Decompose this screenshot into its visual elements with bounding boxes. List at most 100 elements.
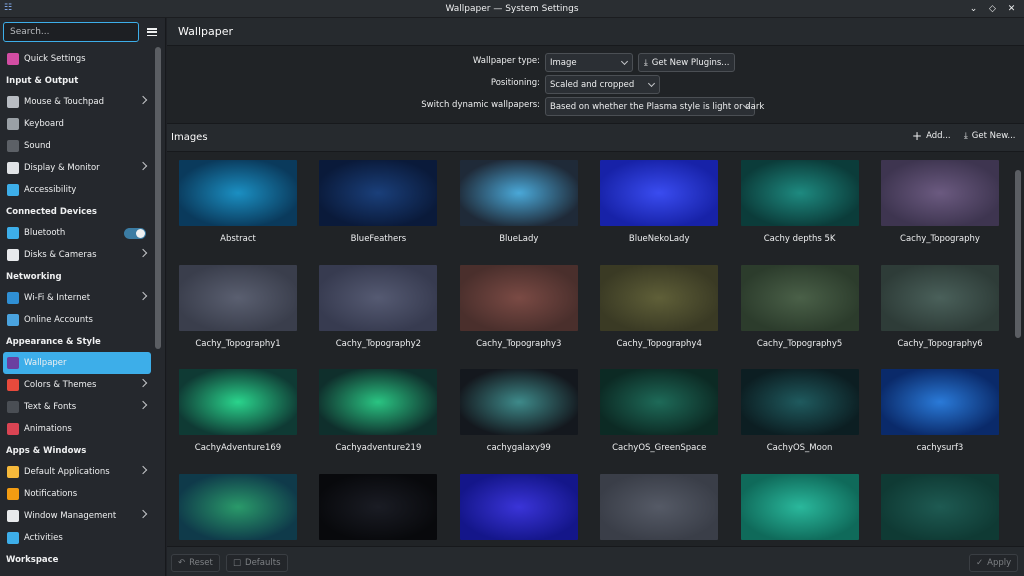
wallpaper-tile[interactable]: Cachy_Topography4 <box>599 264 719 349</box>
wallpaper-tile[interactable] <box>459 473 579 540</box>
sidebar-item-disks-cameras[interactable]: Disks & Cameras <box>0 244 154 266</box>
wallpaper-tile[interactable]: Cachyadventure219 <box>318 369 438 453</box>
sidebar-item-sound[interactable]: Sound <box>0 135 154 157</box>
apply-label: Apply <box>987 558 1012 568</box>
wallpaper-tile[interactable]: Cachy_Topography6 <box>880 264 1000 349</box>
wallpaper-thumbnail <box>881 369 999 435</box>
wallpaper-icon <box>7 357 19 369</box>
wallpaper-tile[interactable]: CachyOS_Moon <box>740 369 860 453</box>
speaker-icon <box>7 140 19 152</box>
wallpaper-tile[interactable]: Cachy_Topography5 <box>740 264 860 349</box>
sidebar-item-label: Default Applications <box>24 467 110 477</box>
dynamic-wallpapers-select[interactable]: Based on whether the Plasma style is lig… <box>545 97 764 116</box>
sidebar-item-keyboard[interactable]: Keyboard <box>0 113 154 135</box>
bluetooth-toggle[interactable] <box>124 228 146 239</box>
positioning-row: Positioning: Scaled and cropped <box>167 74 1024 94</box>
sidebar-item-label: Animations <box>24 424 72 434</box>
wallpaper-type-row: Wallpaper type: Image ⤓ Get New Plugins..… <box>167 52 1024 72</box>
sidebar-item-label: Wi-Fi & Internet <box>24 293 91 303</box>
wallpaper-tile[interactable] <box>880 473 1000 540</box>
sidebar-item-notifications[interactable]: Notifications <box>0 483 154 505</box>
sidebar-item-online-accounts[interactable]: Online Accounts <box>0 309 154 331</box>
wallpaper-tile[interactable]: Cachy depths 5K <box>740 160 860 244</box>
bell-icon <box>7 488 19 500</box>
sidebar-item-quick-settings[interactable]: Quick Settings <box>0 48 154 70</box>
wallpaper-thumbnail <box>319 473 438 540</box>
globe-icon <box>7 292 19 304</box>
search-row <box>0 18 165 46</box>
wallpaper-tile[interactable] <box>318 473 438 540</box>
sidebar-item-label: Window Management <box>24 511 117 521</box>
sidebar-item-activities[interactable]: Activities <box>0 527 154 549</box>
plus-icon: + <box>912 129 923 143</box>
wallpaper-thumbnail <box>179 160 297 226</box>
wallpaper-name: cachygalaxy99 <box>486 443 551 453</box>
wallpaper-tile[interactable]: BlueLady <box>459 160 579 244</box>
positioning-select[interactable]: Scaled and cropped <box>545 75 660 94</box>
sidebar-item-bluetooth[interactable]: Bluetooth <box>0 222 154 244</box>
maximize-icon[interactable]: ◇ <box>986 2 999 15</box>
sidebar-item-animations[interactable]: Animations <box>0 418 154 440</box>
wallpaper-tile[interactable]: CachyAdventure169 <box>178 369 298 453</box>
grid-scrollbar[interactable] <box>1015 170 1021 338</box>
wallpaper-thumbnail <box>600 264 719 331</box>
wallpaper-thumbnail <box>740 369 859 435</box>
chevron-right-icon <box>138 161 148 171</box>
get-new-wallpapers-button[interactable]: ⤓ Get New... <box>964 131 1015 141</box>
positioning-value: Scaled and cropped <box>550 79 635 90</box>
keyboard-icon <box>7 118 19 130</box>
defaults-icon: □ <box>233 558 242 568</box>
chevron-right-icon <box>138 400 148 410</box>
reset-button[interactable]: ↶ Reset <box>171 554 220 572</box>
wallpaper-thumbnail <box>881 264 999 331</box>
get-new-plugins-button[interactable]: ⤓ Get New Plugins... <box>638 53 736 72</box>
sidebar-item-window-management[interactable]: Window Management <box>0 505 154 527</box>
chevron-down-icon <box>647 79 656 88</box>
sidebar-item-label: Disks & Cameras <box>24 250 97 260</box>
sidebar-item-label: Display & Monitor <box>24 163 100 173</box>
close-icon[interactable]: ✕ <box>1005 2 1018 15</box>
wallpaper-tile[interactable] <box>178 473 298 540</box>
sidebar-item-label: Accessibility <box>24 185 77 195</box>
hamburger-menu-icon[interactable] <box>146 26 158 38</box>
sidebar-item-wi-fi-internet[interactable]: Wi-Fi & Internet <box>0 287 154 309</box>
sidebar-item-default-applications[interactable]: Default Applications <box>0 461 154 483</box>
sidebar-item-colors-themes[interactable]: Colors & Themes <box>0 374 154 396</box>
sidebar-item-label: Activities <box>24 533 63 543</box>
sidebar-scrollbar[interactable] <box>155 47 161 349</box>
sidebar-item-display-monitor[interactable]: Display & Monitor <box>0 157 154 179</box>
wallpaper-tile[interactable]: CachyOS_GreenSpace <box>599 369 719 453</box>
wallpaper-tile[interactable]: cachysurf3 <box>880 369 1000 453</box>
wallpaper-tile[interactable]: cachygalaxy99 <box>459 369 579 453</box>
wallpaper-tile[interactable]: Cachy_Topography3 <box>459 264 579 349</box>
apply-button[interactable]: ✓ Apply <box>969 554 1019 572</box>
sidebar-item-text-fonts[interactable]: Text & Fonts <box>0 396 154 418</box>
wallpaper-tile[interactable]: Cachy_Topography2 <box>318 264 438 349</box>
search-input[interactable] <box>3 22 139 42</box>
sidebar-item-wallpaper[interactable]: Wallpaper <box>3 352 151 374</box>
wallpaper-tile[interactable] <box>740 473 860 540</box>
wallpaper-tile[interactable]: BlueFeathers <box>318 160 438 244</box>
wallpaper-grid: Abstract BlueFeathers BlueLady BlueNekoLady… <box>167 153 1013 546</box>
defaults-button[interactable]: □ Defaults <box>226 554 288 572</box>
wallpaper-tile[interactable]: Cachy_Topography <box>880 160 1000 244</box>
wallpaper-thumbnail <box>319 264 438 331</box>
section-header: Connected Devices <box>6 206 97 217</box>
sidebar-item-accessibility[interactable]: Accessibility <box>0 179 154 201</box>
minimize-icon[interactable]: ⌄ <box>967 2 980 15</box>
wallpaper-type-select[interactable]: Image <box>545 53 633 72</box>
add-image-button[interactable]: + Add... <box>912 129 951 143</box>
wallpaper-name: Cachy_Topography1 <box>195 338 281 349</box>
images-title: Images <box>171 132 208 143</box>
app-menu-icon[interactable]: ☷ <box>4 4 13 13</box>
sidebar-item-mouse-touchpad[interactable]: Mouse & Touchpad <box>0 91 154 113</box>
sidebar-nav: Quick Settings Input & Output Mouse & Touc… <box>0 48 154 570</box>
wallpaper-thumbnail <box>459 473 578 540</box>
wallpaper-tile[interactable]: Abstract <box>178 160 298 244</box>
wallpaper-tile[interactable]: Cachy_Topography1 <box>178 264 298 349</box>
wallpaper-tile[interactable] <box>599 473 719 540</box>
wallpaper-type-label: Wallpaper type: <box>472 56 540 66</box>
wallpaper-tile[interactable]: BlueNekoLady <box>599 160 719 244</box>
section-header: Networking <box>6 271 62 282</box>
wallpaper-thumbnail <box>459 369 578 435</box>
